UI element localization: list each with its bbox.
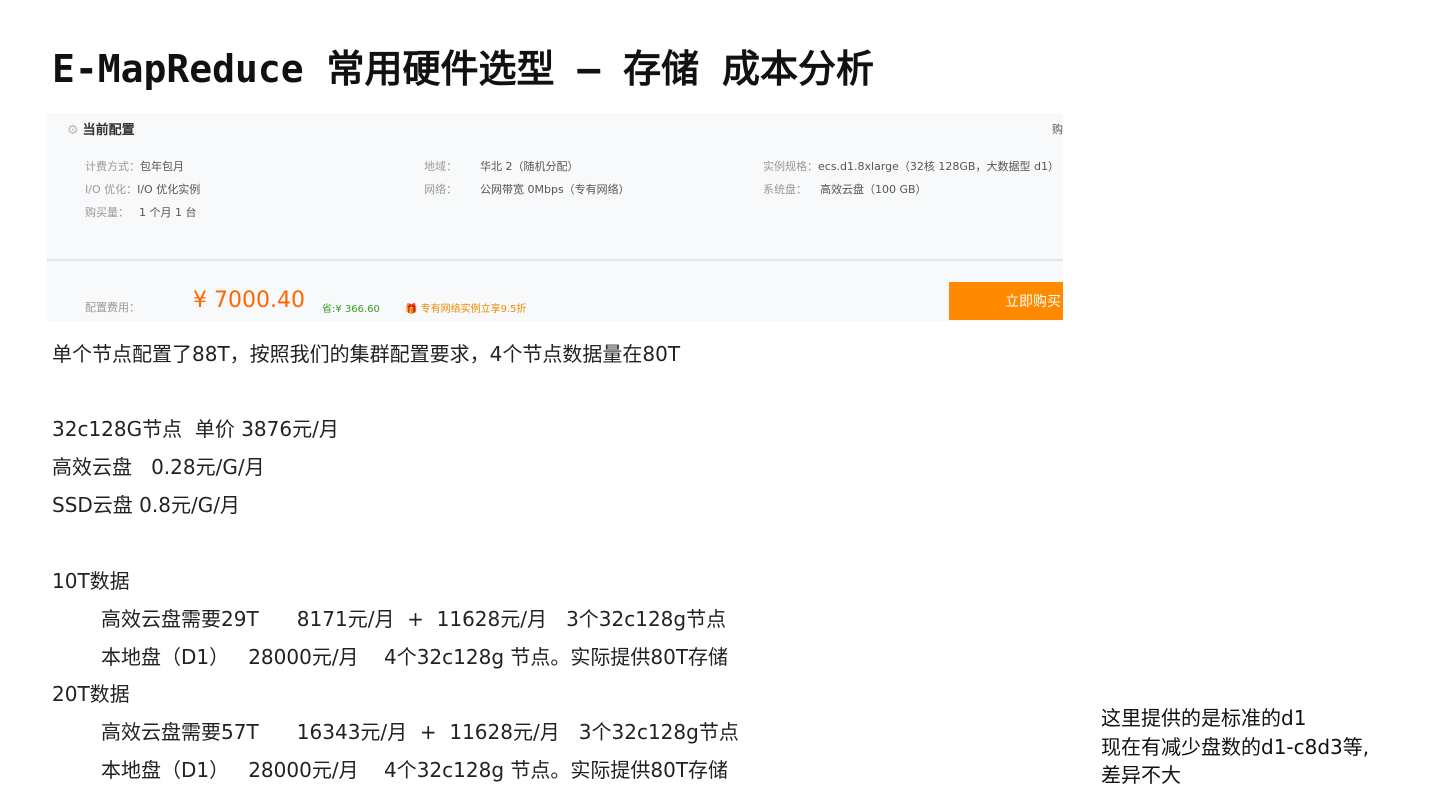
slide-title: E-MapReduce 常用硬件选型 – 存储 成本分析 <box>52 47 875 91</box>
billing-label: 计费方式： <box>85 160 140 173</box>
text-line: SSD云盘 0.8元/G/月 <box>52 493 240 517</box>
gear-icon: ⚙ <box>67 123 79 138</box>
qty-label: 购买量： <box>85 206 129 219</box>
config-screenshot: ⚙ 当前配置 购 计费方式：包年包月 I/O 优化：I/O 优化实例 购买量： 1 … <box>47 113 1063 321</box>
qty-value: 1 个月 1 台 <box>139 206 197 219</box>
text-line: 本地盘（D1） 28000元/月 4个32c128g 节点。实际提供80T存储 <box>101 645 729 669</box>
text-line: 10T数据 <box>52 569 130 593</box>
promo-text: 专有网络实例立享9.5折 <box>420 304 527 315</box>
sysdisk-row: 系统盘： 高效云盘（100 GB） <box>763 181 927 197</box>
price: ¥ 7000.40 <box>193 288 305 313</box>
network-value: 公网带宽 0Mbps（专有网络） <box>480 183 630 196</box>
text-line: 本地盘（D1） 28000元/月 4个32c128g 节点。实际提供80T存储 <box>101 758 729 782</box>
spec-label: 实例规格： <box>763 160 818 173</box>
gift-icon: 🎁 <box>405 304 418 315</box>
buy-now-button[interactable]: 立即购买 <box>949 282 1063 320</box>
region-row: 地域： 华北 2（随机分配） <box>424 158 579 174</box>
text-line: 高效云盘需要57T 16343元/月 + 11628元/月 3个32c128g节… <box>101 720 739 744</box>
text-line: 高效云盘需要29T 8171元/月 + 11628元/月 3个32c128g节点 <box>101 607 727 631</box>
io-label: I/O 优化： <box>85 183 138 196</box>
note-line: 差异不大 <box>1101 763 1181 787</box>
promo: 🎁 专有网络实例立享9.5折 <box>405 300 527 315</box>
spec-value: ecs.d1.8xlarge（32核 128GB，大数据型 d1） <box>818 160 1059 173</box>
note-line: 这里提供的是标准的d1 <box>1101 706 1307 730</box>
buy-label-cut: 购 <box>1052 123 1063 136</box>
text-line: 20T数据 <box>52 682 130 706</box>
qty-row: 购买量： 1 个月 1 台 <box>85 204 197 220</box>
text-line: 高效云盘 0.28元/G/月 <box>52 455 265 479</box>
config-header-label: 当前配置 <box>82 123 135 138</box>
billing-row: 计费方式：包年包月 <box>85 158 184 174</box>
text-line: 单个节点配置了88T，按照我们的集群配置要求，4个节点数据量在80T <box>52 342 681 366</box>
text-line: 32c128G节点 单价 3876元/月 <box>52 417 339 441</box>
sysdisk-value: 高效云盘（100 GB） <box>820 183 927 196</box>
spec-row: 实例规格：ecs.d1.8xlarge（32核 128GB，大数据型 d1） <box>763 158 1059 174</box>
fee-label: 配置费用： <box>85 301 140 314</box>
region-value: 华北 2（随机分配） <box>480 160 579 173</box>
network-row: 网络： 公网带宽 0Mbps（专有网络） <box>424 181 630 197</box>
network-label: 网络： <box>424 183 457 196</box>
savings: 省:¥ 366.60 <box>322 304 380 315</box>
io-row: I/O 优化：I/O 优化实例 <box>85 181 200 197</box>
sysdisk-label: 系统盘： <box>763 183 807 196</box>
billing-value: 包年包月 <box>140 160 184 173</box>
config-header: ⚙ 当前配置 <box>67 119 135 138</box>
io-value: I/O 优化实例 <box>137 183 201 196</box>
region-label: 地域： <box>424 160 457 173</box>
note-line: 现在有减少盘数的d1-c8d3等, <box>1101 735 1370 759</box>
